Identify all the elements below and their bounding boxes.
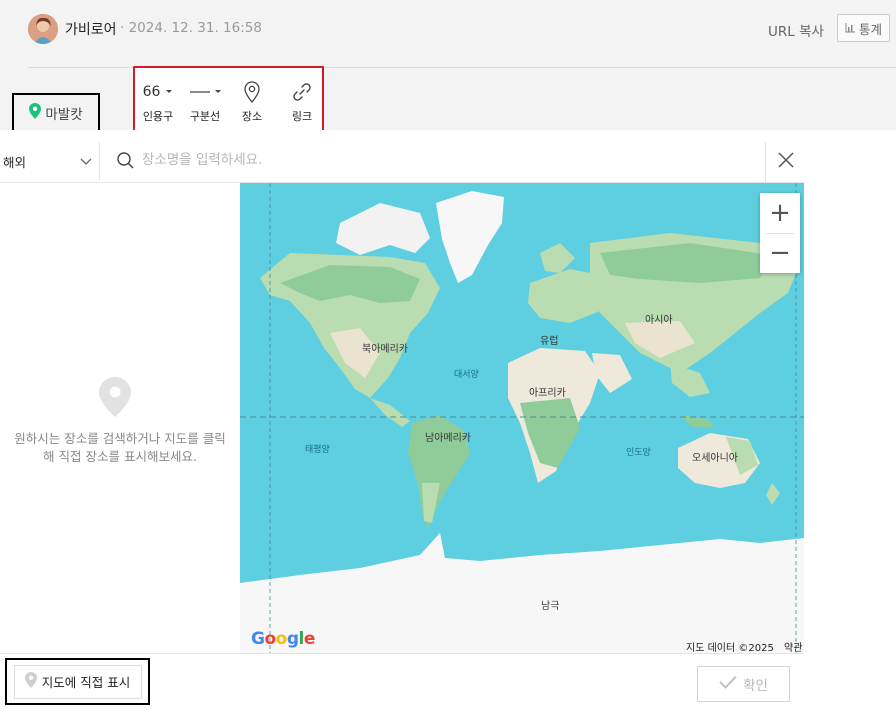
link-tool[interactable]: 링크 — [280, 76, 324, 132]
close-icon — [777, 151, 795, 173]
map-label-africa: 아프리카 — [529, 388, 566, 399]
green-pin-icon — [29, 102, 42, 123]
empty-pin-icon — [98, 376, 132, 418]
map-label-north-america: 북아메리카 — [362, 344, 408, 355]
map-label-asia: 아시아 — [645, 315, 673, 326]
search-icon — [116, 151, 136, 171]
author-name[interactable]: 가비로어 — [65, 19, 117, 39]
map-label-oceania: 오세아니아 — [692, 453, 738, 464]
region-select[interactable]: 해외 — [0, 142, 100, 180]
link-tool-label: 링크 — [291, 110, 313, 123]
google-logo: Google — [251, 629, 315, 649]
divider-tool[interactable]: 구분선 — [183, 76, 227, 132]
place-search-input[interactable] — [142, 148, 742, 172]
map-terms-link[interactable]: 약관 — [784, 639, 802, 654]
place-tool-label: 장소 — [241, 110, 263, 123]
post-datetime: · 2024. 12. 31. 16:58 — [120, 20, 262, 36]
empty-hint-text: 원하시는 장소를 검색하거나 지도를 클릭해 직접 장소를 표시해보세요. — [14, 431, 226, 464]
stats-label: 통계 — [858, 21, 882, 37]
world-map[interactable]: 북아메리카 남아메리카 유럽 아시아 아프리카 오세아니아 남극 대서양 태평양… — [240, 183, 804, 653]
map-label-south-america: 남아메리카 — [425, 433, 471, 444]
location-pin-icon — [230, 76, 274, 108]
divider-tool-label: 구분선 — [189, 110, 221, 123]
region-select-value: 해외 — [3, 154, 27, 170]
url-copy-button[interactable]: URL 복사 — [768, 20, 824, 40]
location-chip-label: 마발캇 — [45, 106, 83, 123]
chevron-down-icon — [80, 154, 92, 169]
map-label-indian: 인도양 — [626, 448, 651, 458]
link-icon — [280, 76, 324, 108]
bar-chart-icon — [845, 21, 856, 36]
quote-tool-label: 인용구 — [142, 110, 174, 123]
map-label-atlantic: 대서양 — [454, 370, 479, 380]
confirm-button[interactable]: 확인 — [697, 666, 790, 702]
zoom-control: + − — [760, 193, 800, 273]
divider-icon — [183, 76, 227, 108]
direct-mark-button[interactable]: 지도에 직접 표시 — [5, 658, 150, 705]
map-data-credit: 지도 데이터 ©2025 — [686, 643, 774, 654]
map-label-antarctica: 남극 — [541, 601, 560, 612]
zoom-in-button[interactable]: + — [760, 193, 800, 233]
direct-mark-label: 지도에 직접 표시 — [41, 675, 131, 690]
pin-outline-icon — [24, 672, 37, 691]
confirm-label: 확인 — [743, 678, 768, 694]
divider — [0, 653, 804, 654]
quote-tool[interactable]: 66 인용구 — [136, 76, 180, 132]
direct-mark-button-inner[interactable]: 지도에 직접 표시 — [13, 664, 142, 699]
zoom-out-button[interactable]: − — [760, 233, 800, 273]
map-canvas — [240, 183, 804, 653]
avatar[interactable] — [28, 14, 58, 44]
location-chip[interactable]: 마발캇 — [12, 93, 100, 132]
check-icon — [719, 675, 737, 693]
stats-button[interactable]: 통계 — [837, 14, 890, 42]
map-label-europe: 유럽 — [540, 336, 559, 347]
quote-icon: 66 — [136, 76, 180, 108]
place-tool[interactable]: 장소 — [230, 76, 274, 132]
map-label-pacific: 태평양 — [305, 445, 330, 455]
close-button[interactable] — [765, 142, 805, 182]
